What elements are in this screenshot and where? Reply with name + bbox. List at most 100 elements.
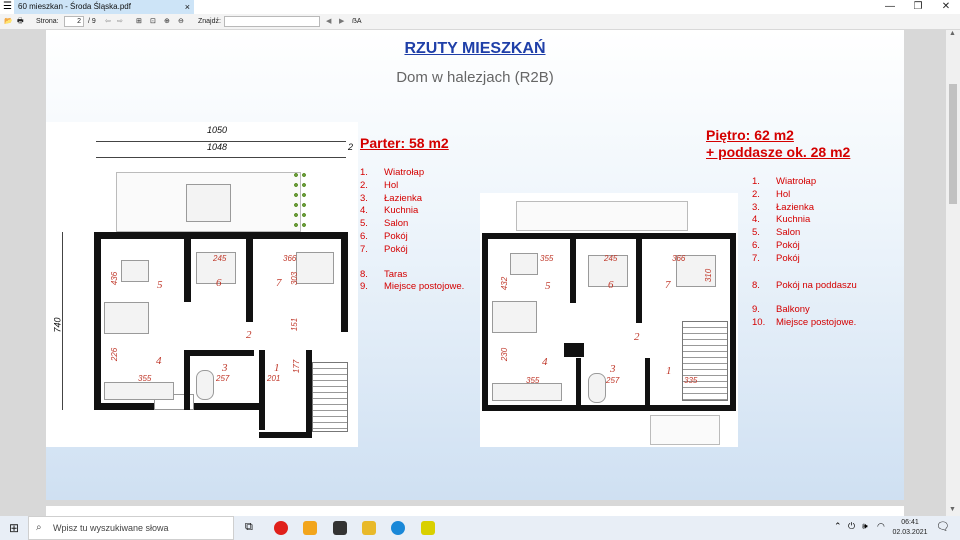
mail-app-icon[interactable] [303, 521, 317, 535]
next-pdf-page [46, 506, 904, 516]
list-item: 1. Wiatrołap [752, 176, 817, 187]
document-tab[interactable]: 60 mieszkan - Środa Śląska.pdf × [14, 0, 194, 14]
clock-date: 02.03.2021 [892, 529, 928, 536]
ground-floor-plan: 1050 1048 2 740 5 6 7 2 4 3 1 436 245 36… [46, 122, 358, 447]
dim-201: 201 [267, 374, 281, 383]
find-input[interactable] [224, 16, 320, 27]
match-case-icon[interactable]: ẞA [352, 16, 362, 28]
dim-230: 230 [500, 347, 510, 362]
list-item: 5. Salon [360, 218, 409, 230]
dim-436: 436 [110, 271, 120, 286]
taskbar-search[interactable]: ⌕ Wpisz tu wyszukiwane słowa [28, 516, 234, 540]
page-title: RZUTY MIESZKAŃ [404, 40, 546, 57]
menu-icon[interactable]: ☰ [3, 1, 12, 12]
taskbar: ⊞ ⌕ Wpisz tu wyszukiwane słowa ⧉ ⌃ ⏻ 🕪 ◠… [0, 516, 960, 540]
upper-dining-table [492, 301, 537, 333]
room-3: 3 [222, 362, 228, 374]
clock[interactable]: 06:41 02.03.2021 [892, 518, 928, 538]
upper-room-5: 5 [545, 280, 551, 292]
find-prev-icon[interactable]: ◀ [326, 16, 331, 28]
dim-2: 2 [348, 142, 354, 152]
file-explorer-icon[interactable] [362, 521, 376, 535]
dim-303: 303 [290, 271, 300, 286]
upper-floor-heading: Piętro: 62 m2 + poddasze ok. 28 m2 [706, 127, 850, 161]
ground-floor-heading: Parter: 58 m2 [360, 135, 449, 151]
upper-floor-plan: 5 6 7 2 4 3 1 432 355 245 366 310 230 35… [480, 193, 738, 447]
room-1: 1 [274, 362, 280, 374]
pdf-reader-icon[interactable] [421, 521, 435, 535]
restore-button[interactable]: ❐ [904, 0, 932, 14]
bathtub [196, 370, 214, 400]
fit-page-icon[interactable]: ⊞ [136, 16, 142, 28]
room-7: 7 [276, 277, 282, 289]
dim-335: 335 [684, 376, 698, 385]
vertical-scrollbar[interactable]: ▲ ▼ [946, 30, 960, 516]
dim-226: 226 [110, 347, 120, 362]
scrollbar-thumb[interactable] [949, 84, 957, 204]
dim-177: 177 [292, 359, 302, 374]
zoom-out-icon[interactable]: ⊖ [178, 16, 184, 28]
tab-close-icon[interactable]: × [185, 0, 190, 14]
windows-start-icon[interactable]: ⊞ [9, 521, 19, 535]
dim-355-bottom: 355 [526, 376, 540, 385]
list-item: 5. Salon [752, 227, 801, 239]
title-bar: ☰ 60 mieszkan - Środa Śląska.pdf × — ❐ ✕ [0, 0, 960, 14]
room-5: 5 [157, 279, 163, 291]
upper-heading-line2: + poddasze ok. 28 m2 [706, 144, 851, 160]
garden-furniture [186, 184, 231, 222]
dim-366-upper: 366 [672, 254, 686, 263]
room-6: 6 [216, 277, 222, 289]
dim-257: 257 [216, 374, 230, 383]
page-number-input[interactable]: 2 [64, 16, 84, 27]
dim-355: 355 [138, 374, 152, 383]
notifications-icon[interactable]: 🗨 [936, 520, 950, 533]
tray-volume-icon[interactable]: 🕪 [862, 521, 868, 532]
list-item: 1. Wiatrołap [360, 167, 425, 178]
bed-room7 [296, 252, 334, 284]
minimize-button[interactable]: — [876, 0, 904, 14]
list-item: 9. Miejsce postojowe. [360, 281, 465, 293]
list-item: 8. Pokój na poddaszu [752, 279, 857, 291]
page-total: / 9 [88, 18, 96, 25]
list-item: 9. Balkony [752, 304, 810, 316]
room-4: 4 [156, 355, 162, 367]
upper-heading-line1: Piętro: 62 m2 [706, 127, 794, 143]
print-icon[interactable]: 🖶 [17, 16, 24, 28]
list-item: 4. Kuchnia [752, 214, 811, 226]
pdf-page: RZUTY MIESZKAŃ Dom w halezjach (R2B) 105… [46, 30, 904, 500]
app-icon[interactable] [333, 521, 347, 535]
fit-width-icon[interactable]: ⊡ [150, 16, 156, 28]
tab-title: 60 mieszkan - Środa Śląska.pdf [18, 2, 131, 11]
upper-coffee-table [510, 253, 538, 275]
list-item: 10. Miejsce postojowe. [752, 317, 857, 329]
dim-740: 740 [52, 317, 63, 333]
list-item: 7. Pokój [752, 252, 800, 264]
upper-room-7: 7 [665, 279, 671, 291]
prev-page-icon[interactable]: ⇦ [105, 16, 111, 28]
edge-icon[interactable] [391, 521, 405, 535]
list-item: 2. Hol [360, 179, 399, 191]
close-button[interactable]: ✕ [932, 0, 960, 14]
room-2: 2 [246, 329, 252, 341]
find-next-icon[interactable]: ▶ [339, 16, 344, 28]
open-file-icon[interactable]: 📂 [4, 16, 13, 28]
opera-icon[interactable] [274, 521, 288, 535]
tray-network-icon[interactable]: ⏻ [848, 521, 855, 532]
next-page-icon[interactable]: ⇨ [117, 16, 123, 28]
task-view-icon[interactable]: ⧉ [245, 521, 253, 534]
search-icon: ⌕ [36, 522, 42, 533]
lower-balcony [650, 415, 720, 445]
list-item: 6. Pokój [360, 230, 408, 242]
dim-1050: 1050 [207, 125, 228, 135]
hedge [292, 170, 306, 230]
ground-floor-list: 1. Wiatrołap 2. Hol 3. Łazienka 4. Kuchnia 5… [360, 167, 464, 294]
list-item: 8. Taras [360, 268, 408, 280]
clock-time: 06:41 [901, 519, 919, 526]
list-item: 3. Łazienka [360, 192, 423, 204]
page-label: Strona: [36, 18, 59, 25]
zoom-in-icon[interactable]: ⊕ [164, 16, 170, 28]
page-subtitle: Dom w halezjach (R2B) [396, 69, 554, 86]
dim-366: 366 [283, 254, 297, 263]
tray-chevron-icon[interactable]: ⌃ [834, 521, 842, 532]
tray-wifi-icon[interactable]: ◠ [877, 521, 885, 532]
